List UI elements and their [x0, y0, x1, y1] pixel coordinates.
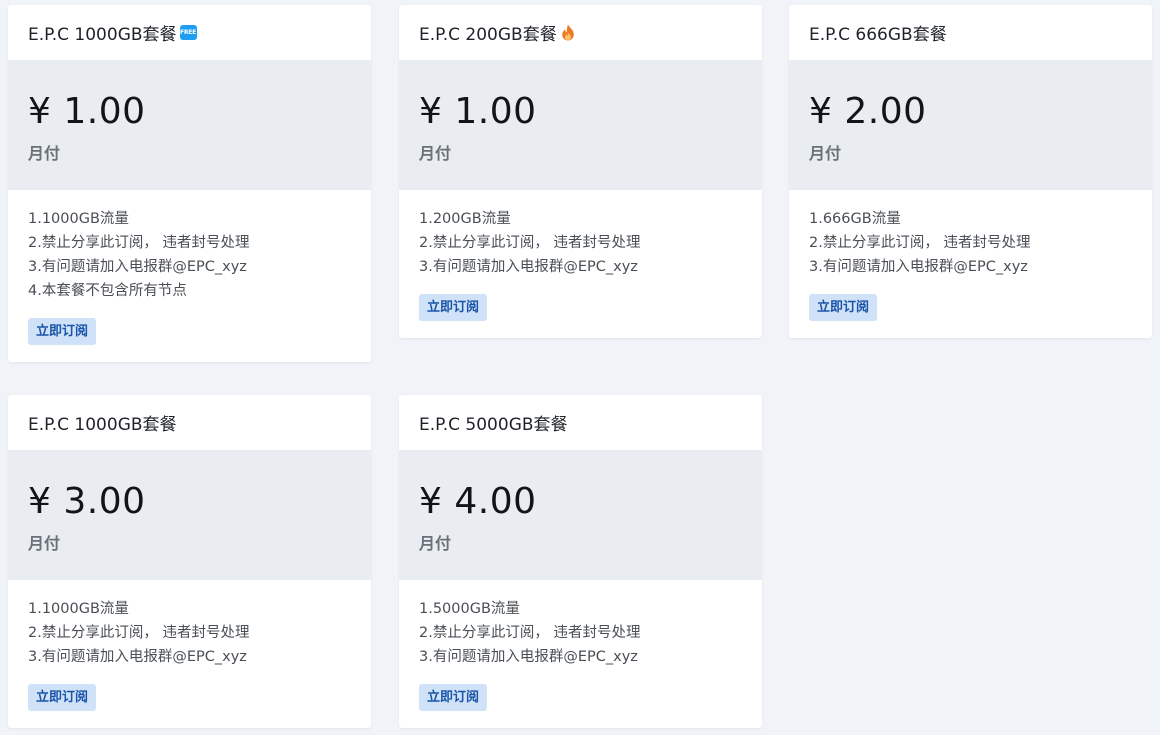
price-section: ¥ 4.00 月付	[399, 450, 762, 580]
plan-period: 月付	[419, 144, 452, 163]
plan-period: 月付	[28, 144, 61, 163]
feature-item: 2.禁止分享此订阅， 违者封号处理	[28, 625, 250, 641]
feature-item: 3.有问题请加入电报群@EPC_xyz	[28, 649, 247, 665]
feature-list: 1.1000GB流量 2.禁止分享此订阅， 违者封号处理 3.有问题请加入电报群…	[28, 597, 351, 669]
plan-price: ¥ 3.00	[28, 481, 146, 522]
plan-body: 1.5000GB流量 2.禁止分享此订阅， 违者封号处理 3.有问题请加入电报群…	[399, 580, 762, 728]
feature-list: 1.666GB流量 2.禁止分享此订阅， 违者封号处理 3.有问题请加入电报群@…	[809, 207, 1132, 279]
plan-body: 1.1000GB流量 2.禁止分享此订阅， 违者封号处理 3.有问题请加入电报群…	[8, 190, 371, 362]
plan-card: E.P.C 5000GB套餐 ¥ 4.00 月付 1.5000GB流量 2.禁止…	[399, 395, 762, 728]
plan-header: E.P.C 1000GB套餐	[8, 395, 371, 450]
plan-card: E.P.C 666GB套餐 ¥ 2.00 月付 1.666GB流量 2.禁止分享…	[789, 5, 1152, 338]
feature-item: 4.本套餐不包含所有节点	[28, 283, 187, 299]
feature-item: 2.禁止分享此订阅， 违者封号处理	[419, 625, 641, 641]
free-badge-icon: FREE	[179, 25, 197, 40]
price-section: ¥ 1.00 月付	[399, 60, 762, 190]
fire-icon	[561, 24, 575, 41]
feature-item: 3.有问题请加入电报群@EPC_xyz	[419, 259, 638, 275]
plan-body: 1.666GB流量 2.禁止分享此订阅， 违者封号处理 3.有问题请加入电报群@…	[789, 190, 1152, 338]
feature-item: 1.200GB流量	[419, 211, 511, 227]
plan-price: ¥ 2.00	[809, 91, 927, 132]
price-section: ¥ 2.00 月付	[789, 60, 1152, 190]
plan-header: E.P.C 666GB套餐	[789, 5, 1152, 60]
plan-price: ¥ 1.00	[419, 91, 537, 132]
plan-period: 月付	[809, 144, 842, 163]
feature-item: 1.666GB流量	[809, 211, 901, 227]
plan-title: E.P.C 5000GB套餐	[419, 415, 568, 435]
plan-price: ¥ 4.00	[419, 481, 537, 522]
plan-card: E.P.C 1000GB套餐 ¥ 3.00 月付 1.1000GB流量 2.禁止…	[8, 395, 371, 728]
plan-title: E.P.C 200GB套餐	[419, 25, 557, 45]
feature-item: 3.有问题请加入电报群@EPC_xyz	[809, 259, 1028, 275]
price-section: ¥ 1.00 月付	[8, 60, 371, 190]
feature-item: 2.禁止分享此订阅， 违者封号处理	[809, 235, 1031, 251]
plan-header: E.P.C 1000GB套餐 FREE	[8, 5, 371, 60]
feature-list: 1.200GB流量 2.禁止分享此订阅， 违者封号处理 3.有问题请加入电报群@…	[419, 207, 742, 279]
feature-item: 2.禁止分享此订阅， 违者封号处理	[28, 235, 250, 251]
feature-item: 2.禁止分享此订阅， 违者封号处理	[419, 235, 641, 251]
plan-header: E.P.C 200GB套餐	[399, 5, 762, 60]
feature-list: 1.5000GB流量 2.禁止分享此订阅， 违者封号处理 3.有问题请加入电报群…	[419, 597, 742, 669]
plan-title: E.P.C 666GB套餐	[809, 25, 947, 45]
feature-item: 1.5000GB流量	[419, 601, 520, 617]
plan-price: ¥ 1.00	[28, 91, 146, 132]
subscribe-button[interactable]: 立即订阅	[28, 318, 97, 345]
feature-item: 1.1000GB流量	[28, 211, 129, 227]
plan-body: 1.1000GB流量 2.禁止分享此订阅， 违者封号处理 3.有问题请加入电报群…	[8, 580, 371, 728]
plan-body: 1.200GB流量 2.禁止分享此订阅， 违者封号处理 3.有问题请加入电报群@…	[399, 190, 762, 338]
feature-item: 3.有问题请加入电报群@EPC_xyz	[28, 259, 247, 275]
plan-period: 月付	[419, 534, 452, 553]
plan-card: E.P.C 200GB套餐 ¥ 1.00 月付 1.200GB流量 2.禁止分享…	[399, 5, 762, 338]
price-section: ¥ 3.00 月付	[8, 450, 371, 580]
feature-item: 1.1000GB流量	[28, 601, 129, 617]
plan-header: E.P.C 5000GB套餐	[399, 395, 762, 450]
feature-list: 1.1000GB流量 2.禁止分享此订阅， 违者封号处理 3.有问题请加入电报群…	[28, 207, 351, 303]
plan-period: 月付	[28, 534, 61, 553]
feature-item: 3.有问题请加入电报群@EPC_xyz	[419, 649, 638, 665]
plan-title: E.P.C 1000GB套餐	[28, 415, 177, 435]
subscribe-button[interactable]: 立即订阅	[809, 294, 878, 321]
subscribe-button[interactable]: 立即订阅	[419, 684, 488, 711]
subscribe-button[interactable]: 立即订阅	[28, 684, 97, 711]
plan-card: E.P.C 1000GB套餐 FREE ¥ 1.00 月付 1.1000GB流量…	[8, 5, 371, 362]
plan-title: E.P.C 1000GB套餐	[28, 25, 177, 45]
subscribe-button[interactable]: 立即订阅	[419, 294, 488, 321]
